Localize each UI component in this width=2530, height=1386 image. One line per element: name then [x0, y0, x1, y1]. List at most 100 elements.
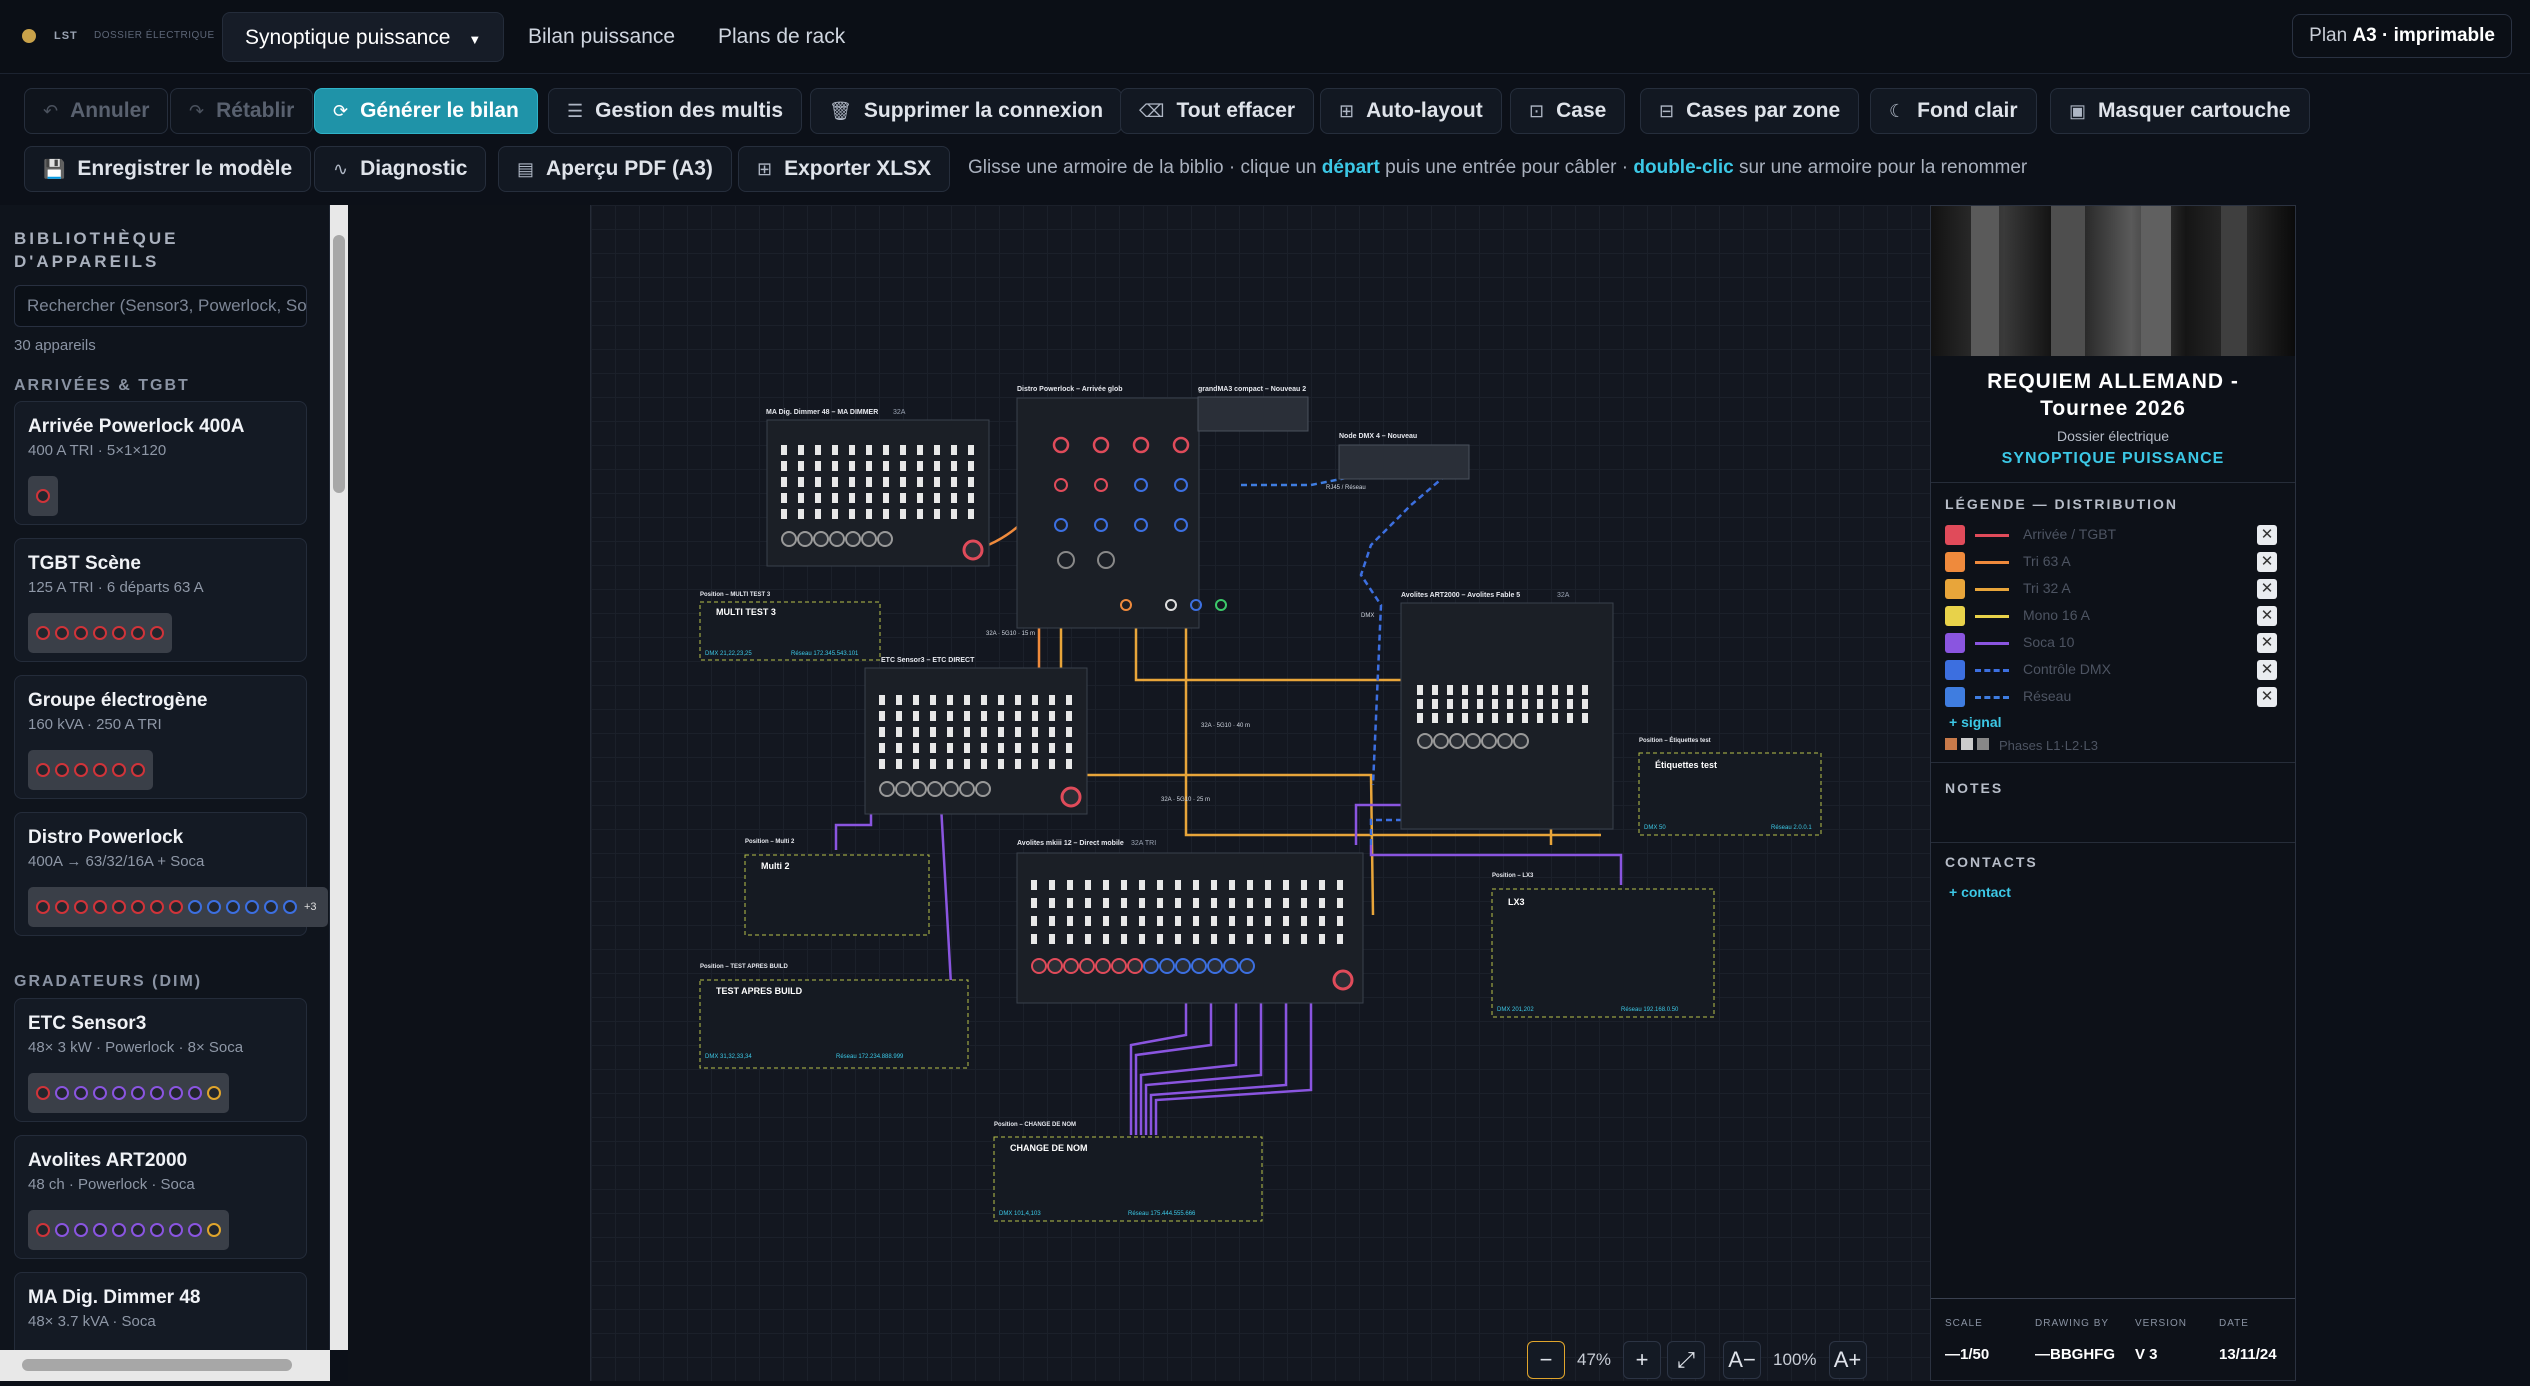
multi-box-etiquettes-test[interactable]: Position – Étiquettes test Étiquettes te… — [1638, 736, 1822, 836]
avolites-mkiii-rack[interactable] — [1016, 852, 1364, 1004]
output-jack[interactable] — [1159, 958, 1175, 974]
device-card[interactable]: ETC Sensor3 48× 3 kW · Powerlock · 8× So… — [14, 998, 307, 1122]
diagnostic-button[interactable]: ∿ Diagnostic — [314, 146, 487, 192]
close-icon[interactable]: ✕ — [2257, 687, 2277, 707]
output-jack[interactable] — [1239, 958, 1255, 974]
output-jack[interactable] — [861, 531, 877, 547]
close-icon[interactable]: ✕ — [2257, 579, 2277, 599]
output-jack[interactable] — [1481, 733, 1497, 749]
close-icon[interactable]: ✕ — [2257, 525, 2277, 545]
close-icon[interactable]: ✕ — [2257, 552, 2277, 572]
output-jack[interactable] — [1031, 958, 1047, 974]
output-jack[interactable] — [943, 781, 959, 797]
power-input-jack[interactable] — [962, 539, 984, 561]
channel-module — [1066, 727, 1072, 737]
output-jack[interactable] — [781, 531, 797, 547]
tab-plans-de-rack[interactable]: Plans de rack — [696, 12, 867, 62]
output-jack[interactable] — [1191, 958, 1207, 974]
output-jack[interactable] — [959, 781, 975, 797]
output-jack[interactable] — [1497, 733, 1513, 749]
output-jack[interactable] — [879, 781, 895, 797]
fit-view-button[interactable]: ⤢ — [1667, 1341, 1706, 1379]
distro-rack[interactable] — [1016, 397, 1200, 629]
output-jack[interactable] — [927, 781, 943, 797]
close-icon[interactable]: ✕ — [2257, 660, 2277, 680]
pulse-icon: ∿ — [333, 158, 349, 179]
output-jack[interactable] — [895, 781, 911, 797]
grandma-console[interactable] — [1197, 396, 1309, 432]
output-jack[interactable] — [797, 531, 813, 547]
multi-box-multi-test-3[interactable]: Position – MULTI TEST 3 MULTI TEST 3 DMX… — [699, 592, 881, 661]
scrollbar-thumb[interactable] — [333, 235, 345, 493]
manage-multis-button[interactable]: ☰ Gestion des multis — [548, 88, 803, 134]
device-card[interactable]: Distro Powerlock 400A → 63/32/16A + Soca… — [14, 812, 328, 936]
channel-module — [1432, 685, 1438, 695]
hide-cartouche-button[interactable]: ▣ Masquer cartouche — [2050, 88, 2310, 134]
redo-button[interactable]: ↷ Rétablir — [170, 88, 314, 134]
save-model-button[interactable]: 💾 Enregistrer le modèle — [24, 146, 312, 192]
output-jack[interactable] — [1223, 958, 1239, 974]
output-jack[interactable] — [975, 781, 991, 797]
auto-layout-button[interactable]: ⊞ Auto-layout — [1320, 88, 1502, 134]
text-size-level: 100% — [1773, 1350, 1817, 1369]
export-xlsx-button[interactable]: ⊞ Exporter XLSX — [738, 146, 951, 192]
box-button[interactable]: ⊡ Case — [1510, 88, 1626, 134]
output-jack[interactable] — [813, 531, 829, 547]
output-jack[interactable] — [1079, 958, 1095, 974]
output-jack[interactable] — [1207, 958, 1223, 974]
output-jack[interactable] — [1465, 733, 1481, 749]
close-icon[interactable]: ✕ — [2257, 633, 2277, 653]
text-larger-button[interactable]: A+ — [1828, 1341, 1867, 1379]
tab-synoptique-puissance[interactable]: Synoptique puissance ▼ — [222, 12, 505, 62]
output-jack[interactable] — [1111, 958, 1127, 974]
multi-box-test-apres-build[interactable]: Position – TEST APRES BUILD TEST APRES B… — [699, 964, 969, 1069]
output-jack[interactable] — [1513, 733, 1529, 749]
output-jack[interactable] — [1433, 733, 1449, 749]
clear-all-button[interactable]: ⌫ Tout effacer — [1120, 88, 1315, 134]
output-jack[interactable] — [1095, 958, 1111, 974]
power-input-jack[interactable] — [1332, 969, 1354, 991]
library-search-input[interactable]: Rechercher (Sensor3, Powerlock, Soca...) — [14, 285, 307, 327]
output-jack[interactable] — [845, 531, 861, 547]
output-jack[interactable] — [1143, 958, 1159, 974]
device-card[interactable]: Avolites ART2000 48 ch · Powerlock · Soc… — [14, 1135, 307, 1259]
device-card[interactable]: Arrivée Powerlock 400A 400 A TRI · 5×1×1… — [14, 401, 307, 525]
plan-format-badge[interactable]: Plan A3 · imprimable — [2292, 14, 2512, 58]
output-jack[interactable] — [1417, 733, 1433, 749]
h-scrollbar-thumb[interactable] — [22, 1359, 292, 1371]
output-jack[interactable] — [1127, 958, 1143, 974]
device-card[interactable]: TGBT Scène 125 A TRI · 6 départs 63 A — [14, 538, 307, 662]
multi-box-multi-2[interactable]: Position – Multi 2 Multi 2 — [744, 839, 930, 936]
output-jack[interactable] — [1175, 958, 1191, 974]
output-jack[interactable] — [829, 531, 845, 547]
output-jack[interactable] — [1047, 958, 1063, 974]
output-jack[interactable] — [911, 781, 927, 797]
delete-connection-button[interactable]: 🗑 Supprimer la connexion — [810, 88, 1123, 134]
drawing-sheet[interactable]: 32A · 5G10 · 15 m 32A · 5G10 · 40 m 32A … — [590, 205, 1930, 1381]
zoom-out-button[interactable]: − — [1527, 1341, 1565, 1379]
node-dmx[interactable] — [1338, 444, 1470, 480]
synoptic-diagram[interactable]: 32A · 5G10 · 15 m 32A · 5G10 · 40 m 32A … — [591, 205, 1931, 1381]
undo-button[interactable]: ↶ Annuler — [24, 88, 169, 134]
output-jack[interactable] — [1063, 958, 1079, 974]
light-background-button[interactable]: ☾ Fond clair — [1870, 88, 2037, 134]
sidebar-scrollbar[interactable] — [330, 205, 348, 1350]
legend-swatch — [1945, 660, 1965, 680]
multi-box-lx3[interactable]: Position – LX3 LX3 DMX 201,202 Réseau 19… — [1491, 873, 1715, 1018]
power-input-jack[interactable] — [1060, 786, 1082, 808]
multi-box-change-de-nom[interactable]: Position – CHANGE DE NOM CHANGE DE NOM D… — [993, 1122, 1263, 1222]
text-smaller-button[interactable]: A− — [1723, 1341, 1762, 1379]
tab-bilan-puissance[interactable]: Bilan puissance — [506, 12, 697, 62]
add-signal-link[interactable]: + signal — [1949, 714, 2002, 730]
sidebar-h-scrollbar[interactable] — [0, 1350, 330, 1381]
close-icon[interactable]: ✕ — [2257, 606, 2277, 626]
output-jack[interactable] — [1449, 733, 1465, 749]
zoom-in-button[interactable]: + — [1623, 1341, 1662, 1379]
add-contact-link[interactable]: + contact — [1949, 884, 2011, 900]
channel-module — [1157, 898, 1163, 908]
pdf-preview-button[interactable]: ▤ Aperçu PDF (A3) — [498, 146, 732, 192]
device-card[interactable]: Groupe électrogène 160 kVA · 250 A TRI — [14, 675, 307, 799]
generate-report-button[interactable]: ⟳ Générer le bilan — [314, 88, 538, 134]
output-jack[interactable] — [877, 531, 893, 547]
boxes-by-zone-button[interactable]: ⊟ Cases par zone — [1640, 88, 1860, 134]
